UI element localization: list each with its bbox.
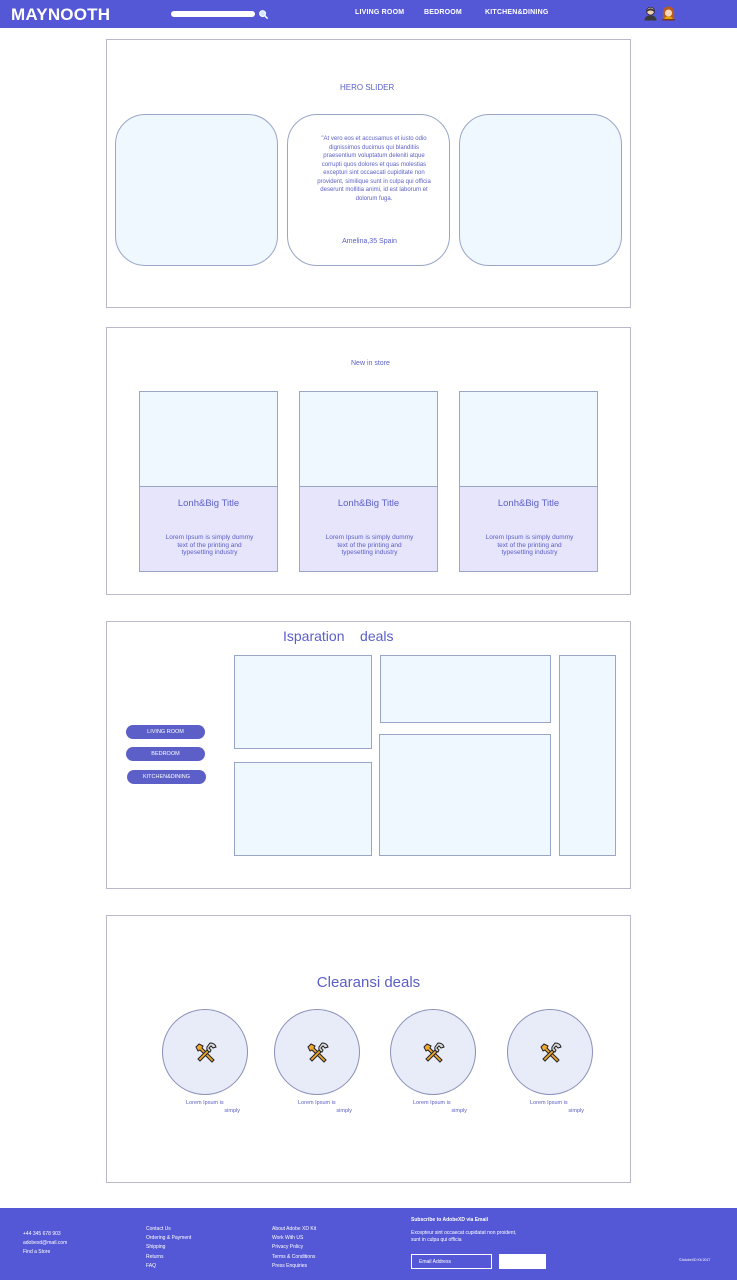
footer-link[interactable]: Privacy Policy xyxy=(272,1243,316,1252)
clearance-item[interactable] xyxy=(390,1009,476,1095)
product-description: Lorem Ipsum is simply dummy text of the … xyxy=(325,534,414,556)
product-image xyxy=(460,392,597,487)
inspiration-tile[interactable] xyxy=(234,655,372,749)
hero-slider-section: HERO SLIDER "At vero eos et accusamus et… xyxy=(106,39,631,308)
product-title: Lonh&Big Title xyxy=(337,498,400,509)
clearance-item[interactable] xyxy=(274,1009,360,1095)
subscribe-text: Excepteur sint occaecat cupidatat non pr… xyxy=(411,1230,517,1243)
clearance-item[interactable] xyxy=(507,1009,593,1095)
footer-link[interactable]: FAQ xyxy=(146,1262,191,1271)
new-in-store-section: New in store Lonh&Big Title Lorem Ipsum … xyxy=(106,327,631,595)
caption-line: Lorem Ipsum is xyxy=(298,1100,336,1106)
product-body: Lonh&Big Title Lorem Ipsum is simply dum… xyxy=(140,487,277,571)
footer-link[interactable]: Contact Us xyxy=(146,1225,191,1234)
subscribe-button[interactable] xyxy=(499,1254,546,1269)
product-body: Lonh&Big Title Lorem Ipsum is simply dum… xyxy=(300,487,437,571)
caption-line: Lorem Ipsum is xyxy=(530,1100,568,1106)
caption-line: Lorem Ipsum is xyxy=(413,1100,451,1106)
product-card[interactable]: Lonh&Big Title Lorem Ipsum is simply dum… xyxy=(299,391,438,572)
clearance-caption: Lorem Ipsum is simply xyxy=(186,1099,246,1115)
footer: +44 345 678 903 adobexd@mail.com Find a … xyxy=(0,1208,737,1280)
testimonial-author: Amelina,35 Spain xyxy=(342,238,397,245)
product-title: Lonh&Big Title xyxy=(497,498,560,509)
footer-link[interactable]: Terms & Conditions xyxy=(272,1253,316,1262)
subscribe-title: Subscribe to AdobeXD via Email xyxy=(411,1217,489,1223)
caption-line: simply xyxy=(568,1108,584,1114)
footer-link[interactable]: Returns xyxy=(146,1253,191,1262)
caption-line: Lorem Ipsum is xyxy=(186,1100,224,1106)
caption-line: simply xyxy=(451,1108,467,1114)
tools-icon xyxy=(423,1042,445,1063)
inspiration-title: Isparation deals xyxy=(283,628,394,644)
footer-contact: +44 345 678 903 adobexd@mail.com Find a … xyxy=(23,1230,67,1258)
nav-bedroom[interactable]: BEDROOM xyxy=(424,9,462,16)
footer-link[interactable]: Ordering & Payment xyxy=(146,1234,191,1243)
logo[interactable]: MAYNOOTH xyxy=(11,5,110,25)
email-address-input[interactable] xyxy=(411,1254,492,1269)
inspiration-deals-section: Isparation deals LIVING ROOM BEDROOM KIT… xyxy=(106,621,631,889)
tools-icon xyxy=(195,1042,217,1063)
clearance-title: Clearansi deals xyxy=(316,974,421,991)
tools-icon xyxy=(540,1042,562,1063)
inspiration-tile[interactable] xyxy=(379,734,551,856)
product-image xyxy=(300,392,437,487)
top-nav-bar: MAYNOOTH LIVING ROOM BEDROOM KITCHEN&DIN… xyxy=(0,0,737,28)
account-icon[interactable] xyxy=(661,5,676,21)
clearance-caption: Lorem Ipsum is simply xyxy=(413,1099,473,1115)
new-in-store-title: New in store xyxy=(351,360,390,367)
filter-kitchen-dining-button[interactable]: KITCHEN&DINING xyxy=(127,770,206,784)
inspiration-tile[interactable] xyxy=(380,655,551,723)
hero-slide-right[interactable] xyxy=(459,114,622,266)
nav-kitchen-dining[interactable]: KITCHEN&DINING xyxy=(485,9,548,16)
hero-slide-center[interactable]: "At vero eos et accusamus et iusto odio … xyxy=(287,114,450,266)
search-bar xyxy=(171,10,271,20)
product-description: Lorem Ipsum is simply dummy text of the … xyxy=(485,534,574,556)
footer-link[interactable]: Work With US xyxy=(272,1234,316,1243)
product-body: Lonh&Big Title Lorem Ipsum is simply dum… xyxy=(460,487,597,571)
footer-link[interactable]: Shipping xyxy=(146,1243,191,1252)
clearance-deals-section: Clearansi deals Lorem Ipsum is simply Lo… xyxy=(106,915,631,1183)
footer-phone: +44 345 678 903 xyxy=(23,1231,61,1237)
product-image xyxy=(140,392,277,487)
nav-living-room[interactable]: LIVING ROOM xyxy=(355,9,404,16)
footer-find-store-link[interactable]: Find a Store xyxy=(23,1248,67,1257)
caption-line: simply xyxy=(336,1108,352,1114)
hero-title: HERO SLIDER xyxy=(340,83,395,92)
footer-links-help: Contact Us Ordering & Payment Shipping R… xyxy=(146,1225,191,1271)
product-title: Lonh&Big Title xyxy=(177,498,240,509)
footer-link[interactable]: Press Enquiries xyxy=(272,1262,316,1271)
magnifier-icon[interactable] xyxy=(258,9,269,20)
footer-links-about: About Adobe XD Kit Work With US Privacy … xyxy=(272,1225,316,1271)
footer-email[interactable]: adobexd@mail.com xyxy=(23,1239,67,1248)
clearance-caption: Lorem Ipsum is simply xyxy=(298,1099,358,1115)
clearance-caption: Lorem Ipsum is simply xyxy=(530,1099,590,1115)
clearance-item[interactable] xyxy=(162,1009,248,1095)
search-input[interactable] xyxy=(171,11,255,17)
product-card[interactable]: Lonh&Big Title Lorem Ipsum is simply dum… xyxy=(459,391,598,572)
copyright: ©AdobeXD Kit 2017 xyxy=(679,1258,711,1262)
tools-icon xyxy=(307,1042,329,1063)
caption-line: simply xyxy=(224,1108,240,1114)
filter-living-room-button[interactable]: LIVING ROOM xyxy=(126,725,205,739)
inspiration-tile[interactable] xyxy=(234,762,372,856)
testimonial-quote: "At vero eos et accusamus et iusto odio … xyxy=(317,136,431,202)
hero-slide-left[interactable] xyxy=(115,114,278,266)
footer-link[interactable]: About Adobe XD Kit xyxy=(272,1225,316,1234)
inspiration-tile[interactable] xyxy=(559,655,616,856)
filter-bedroom-button[interactable]: BEDROOM xyxy=(126,747,205,761)
user-icon[interactable] xyxy=(643,5,658,21)
product-description: Lorem Ipsum is simply dummy text of the … xyxy=(165,534,254,556)
product-card[interactable]: Lonh&Big Title Lorem Ipsum is simply dum… xyxy=(139,391,278,572)
